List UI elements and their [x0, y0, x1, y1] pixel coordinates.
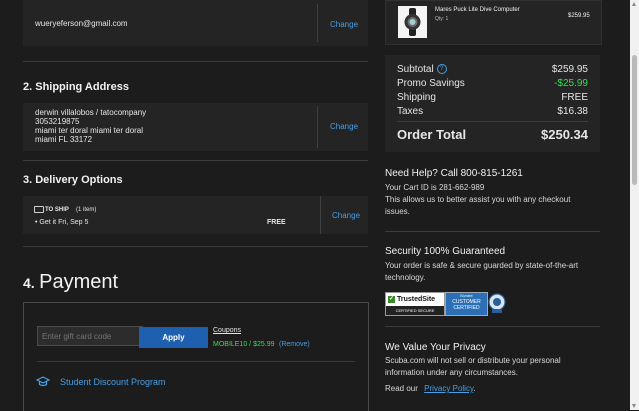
privacy-title: We Value Your Privacy — [385, 342, 486, 353]
privacy-policy-link[interactable]: Privacy Policy — [424, 384, 473, 393]
product-image — [398, 6, 427, 38]
subtotal-value: $259.95 — [551, 64, 588, 75]
graduation-cap-icon — [36, 376, 50, 387]
shipping-address-box: derwin villalobos / tatocompany 30532198… — [23, 103, 368, 151]
info-icon[interactable]: ? — [436, 64, 447, 75]
payment-title: Payment — [39, 271, 119, 293]
checkout-page: wueryeferson@gmail.com Change 2. Shippin… — [0, 0, 630, 411]
seal-icon[interactable] — [488, 292, 506, 314]
page-scrollbar[interactable] — [630, 0, 639, 410]
trustedsite-name: TrustedSite — [396, 296, 436, 303]
product-name[interactable]: Mares Puck Lite Dive Computer — [435, 7, 520, 13]
section-divider — [385, 326, 600, 327]
trustedsite-sub: CERTIFIED SECURE — [386, 306, 444, 315]
payment-divider — [37, 361, 355, 362]
truck-icon — [34, 206, 44, 213]
account-email-box: wueryeferson@gmail.com Change — [23, 0, 368, 46]
apply-button[interactable]: Apply — [139, 327, 208, 348]
shipping-line-1: derwin villalobos / tatocompany — [35, 108, 147, 117]
coupons-link[interactable]: Coupons — [213, 327, 241, 334]
shipping-heading: 2. Shipping Address — [23, 81, 129, 93]
change-email-link[interactable]: Change — [330, 20, 358, 29]
delivery-method: TO SHIP — [45, 207, 69, 213]
shipping-line-2: 3053219875 — [35, 117, 80, 126]
applied-coupon: MOBILE10 / $25.99 — [213, 341, 275, 348]
bizrate-badge[interactable]: Bizrate CUSTOMER CERTIFIED — [445, 292, 488, 316]
payment-box: Apply Coupons MOBILE10 / $25.99 (Remove)… — [23, 302, 369, 411]
scrollbar-thumb[interactable] — [632, 55, 637, 185]
shipping-line-3: miami ter doral miami ter doral — [35, 126, 144, 135]
bizrate-main: CUSTOMER CERTIFIED — [452, 299, 481, 311]
subtotal-label: Subtotal — [397, 64, 434, 75]
gift-card-input[interactable] — [37, 326, 143, 346]
privacy-read-line: Read our Privacy Policy. — [385, 383, 476, 395]
section-divider — [385, 231, 600, 232]
payment-number: 4. — [23, 275, 35, 291]
delivery-price: FREE — [267, 219, 286, 226]
student-discount-link[interactable]: Student Discount Program — [60, 377, 166, 387]
delivery-eta: • Get it Fri, Sep 5 — [35, 219, 89, 226]
delivery-item-count: (1 item) — [76, 207, 97, 213]
payment-heading: 4. Payment — [23, 271, 118, 294]
promo-label: Promo Savings — [397, 78, 465, 89]
dive-computer-icon — [404, 8, 421, 36]
cart-id: Your Cart ID is 281-662-989 — [385, 183, 485, 192]
check-icon: ✓ — [388, 295, 395, 303]
security-text: Your order is safe & secure guarded by s… — [385, 261, 579, 282]
remove-coupon-link[interactable]: (Remove) — [279, 341, 310, 348]
help-text: This allows us to better assist you with… — [385, 195, 571, 216]
divider — [317, 4, 318, 42]
change-delivery-link[interactable]: Change — [332, 211, 360, 220]
subtotal-row: Subtotal? — [397, 64, 447, 75]
divider — [320, 196, 321, 234]
privacy-text: Scuba.com will not sell or distribute yo… — [385, 356, 561, 377]
product-price: $259.95 — [568, 13, 590, 19]
divider — [317, 106, 318, 148]
shipping-label: Shipping — [397, 92, 436, 103]
help-title: Need Help? Call 800-815-1261 — [385, 168, 523, 179]
change-address-link[interactable]: Change — [330, 122, 358, 131]
account-email: wueryeferson@gmail.com — [35, 19, 128, 28]
section-divider — [23, 160, 368, 161]
order-total-label: Order Total — [397, 127, 467, 142]
trustedsite-header: ✓ TrustedSite — [386, 293, 444, 306]
order-total-value: $250.34 — [541, 127, 588, 142]
section-divider — [23, 61, 368, 62]
promo-value: -$25.99 — [554, 78, 588, 89]
scroll-down-arrow-icon[interactable] — [632, 404, 636, 408]
taxes-value: $16.38 — [557, 106, 588, 117]
security-title: Security 100% Guaranteed — [385, 246, 506, 257]
cart-item-card: Mares Puck Lite Dive Computer Qty: 1 $25… — [385, 0, 602, 45]
product-qty: Qty: 1 — [435, 16, 449, 22]
shipping-value: FREE — [561, 92, 588, 103]
read-our-label: Read our — [385, 384, 418, 393]
trustedsite-badge[interactable]: ✓ TrustedSite CERTIFIED SECURE — [385, 292, 445, 316]
privacy-period: . — [473, 384, 476, 393]
summary-divider — [397, 121, 588, 122]
section-divider — [23, 246, 368, 247]
scroll-up-arrow-icon[interactable] — [632, 2, 636, 6]
delivery-box: TO SHIP (1 item) • Get it Fri, Sep 5 FRE… — [23, 196, 368, 234]
shipping-line-4: miami FL 33172 — [35, 135, 93, 144]
delivery-heading: 3. Delivery Options — [23, 174, 123, 186]
taxes-label: Taxes — [397, 106, 424, 117]
order-summary-box: Subtotal? $259.95 Promo Savings -$25.99 … — [385, 55, 600, 152]
